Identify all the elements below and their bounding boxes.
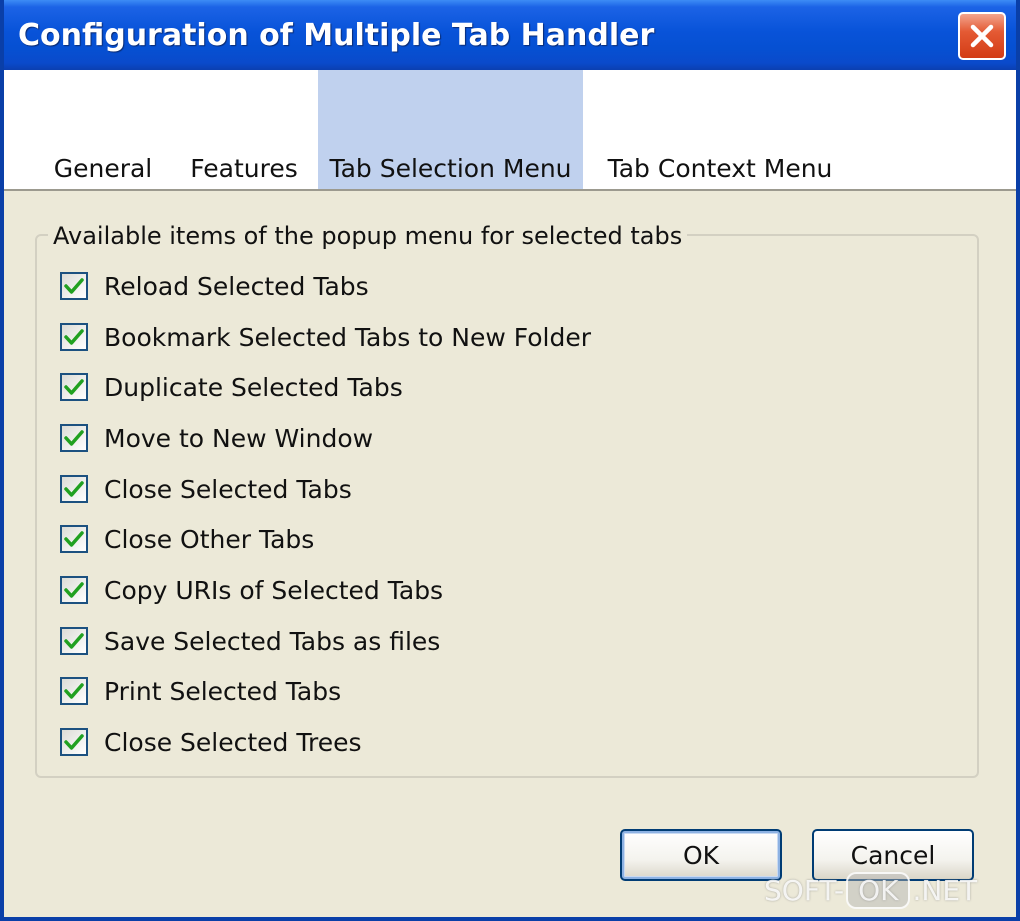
dialog-window: Configuration of Multiple Tab Handler Ge…: [0, 0, 1020, 921]
checkbox-move-window[interactable]: [60, 424, 88, 452]
checkbox-row-bookmark[interactable]: Bookmark Selected Tabs to New Folder: [60, 318, 591, 356]
checkbox-row-reload[interactable]: Reload Selected Tabs: [60, 267, 369, 305]
checkbox-close-trees[interactable]: [60, 728, 88, 756]
checkbox-label: Close Selected Tabs: [104, 474, 352, 504]
checkbox-row-copy-uris[interactable]: Copy URIs of Selected Tabs: [60, 571, 443, 609]
groupbox-legend: Available items of the popup menu for se…: [48, 222, 688, 250]
checkbox-row-close-other[interactable]: Close Other Tabs: [60, 520, 314, 558]
checkmark-icon: [64, 683, 84, 699]
checkbox-label: Close Selected Trees: [104, 727, 362, 757]
window-title: Configuration of Multiple Tab Handler: [18, 18, 655, 53]
watermark-left: SOFT-: [764, 874, 845, 907]
watermark-middle: OK: [846, 872, 911, 909]
close-button[interactable]: [958, 12, 1006, 60]
checkbox-row-close-trees[interactable]: Close Selected Trees: [60, 723, 361, 761]
checkmark-icon: [64, 430, 84, 446]
checkbox-close-other[interactable]: [60, 525, 88, 553]
checkmark-icon: [64, 278, 84, 294]
tab-selection-menu[interactable]: Tab Selection Menu: [318, 70, 583, 189]
checkmark-icon: [64, 329, 84, 345]
checkbox-bookmark[interactable]: [60, 323, 88, 351]
checkbox-row-duplicate[interactable]: Duplicate Selected Tabs: [60, 368, 403, 406]
tab-context-menu[interactable]: Tab Context Menu: [594, 70, 846, 189]
watermark-right: .NET: [912, 874, 978, 907]
checkbox-label: Save Selected Tabs as files: [104, 626, 441, 656]
checkbox-copy-uris[interactable]: [60, 576, 88, 604]
checkbox-label: Reload Selected Tabs: [104, 271, 369, 301]
checkbox-label: Duplicate Selected Tabs: [104, 372, 403, 402]
checkbox-save-files[interactable]: [60, 627, 88, 655]
checkmark-icon: [64, 582, 84, 598]
checkbox-row-save-files[interactable]: Save Selected Tabs as files: [60, 622, 440, 660]
checkbox-row-move-window[interactable]: Move to New Window: [60, 419, 373, 457]
checkmark-icon: [64, 734, 84, 750]
checkmark-icon: [64, 379, 84, 395]
checkbox-label: Print Selected Tabs: [104, 676, 342, 706]
checkbox-label: Bookmark Selected Tabs to New Folder: [104, 322, 591, 352]
tab-strip: General Features Tab Selection Menu Tab …: [4, 70, 1016, 191]
checkbox-label: Close Other Tabs: [104, 524, 315, 554]
checkbox-close-selected[interactable]: [60, 475, 88, 503]
checkmark-icon: [64, 633, 84, 649]
checkbox-label: Move to New Window: [104, 423, 374, 453]
checkbox-label: Copy URIs of Selected Tabs: [104, 575, 444, 605]
checkbox-duplicate[interactable]: [60, 373, 88, 401]
tab-general[interactable]: General: [44, 70, 162, 189]
watermark: SOFT- OK .NET: [764, 872, 977, 909]
checkbox-row-close-selected[interactable]: Close Selected Tabs: [60, 470, 352, 508]
checkbox-reload[interactable]: [60, 272, 88, 300]
title-bar[interactable]: Configuration of Multiple Tab Handler: [4, 0, 1016, 70]
tab-features[interactable]: Features: [176, 70, 312, 189]
checkmark-icon: [64, 531, 84, 547]
checkbox-print[interactable]: [60, 677, 88, 705]
ok-button[interactable]: OK: [620, 829, 782, 881]
checkmark-icon: [64, 481, 84, 497]
checkbox-row-print[interactable]: Print Selected Tabs: [60, 672, 341, 710]
close-icon: [970, 24, 994, 48]
